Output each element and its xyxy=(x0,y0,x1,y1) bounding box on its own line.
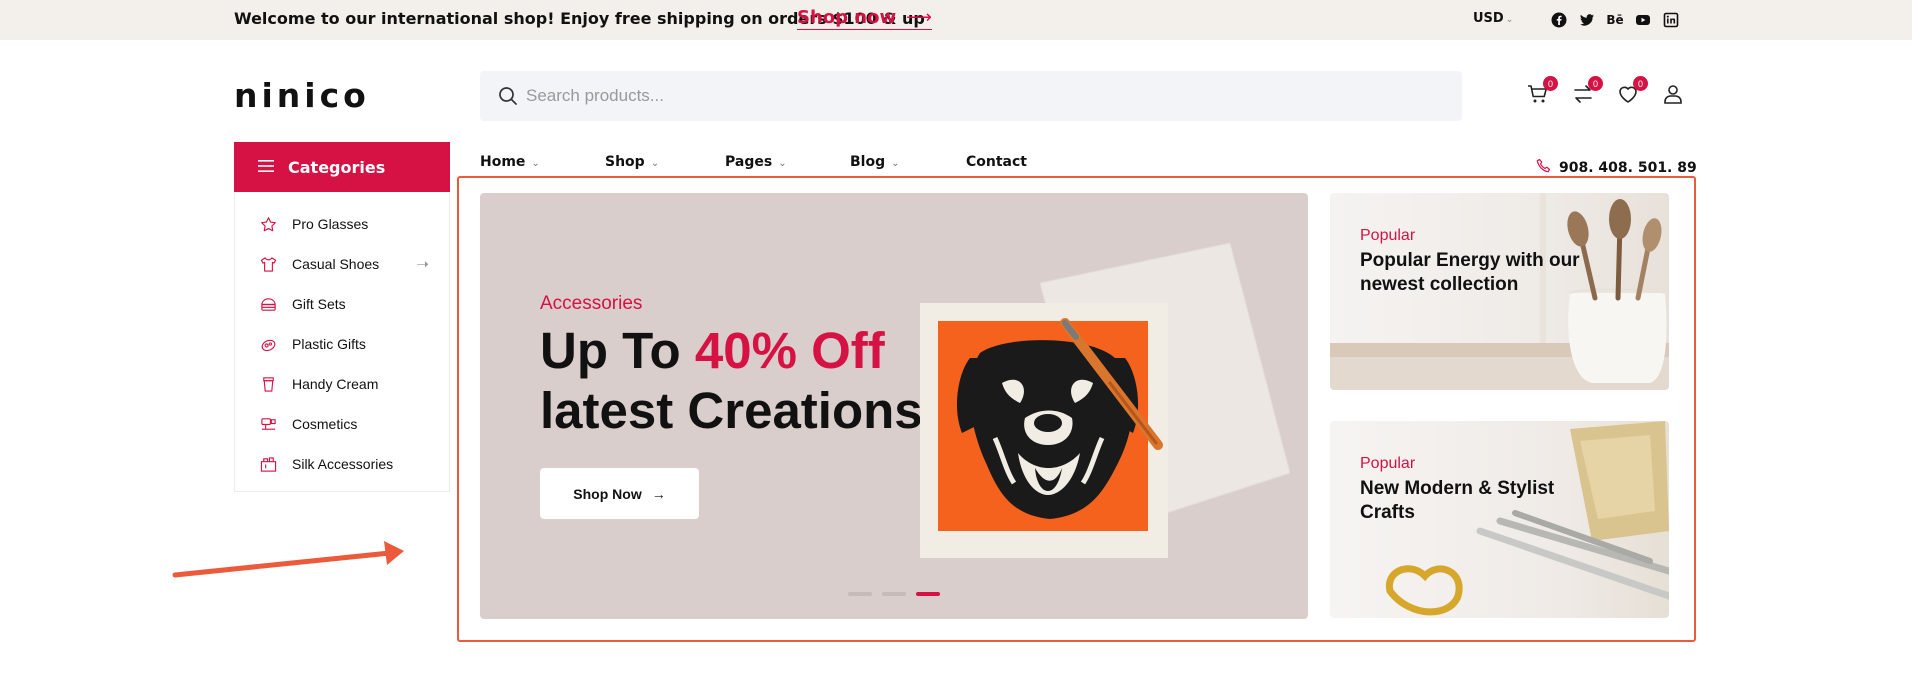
category-item-plastic-gifts[interactable]: Plastic Gifts xyxy=(235,324,449,364)
arrow-right-icon[interactable]: ➝ xyxy=(416,255,429,273)
cart-count-badge: 0 xyxy=(1543,76,1558,91)
nav-item-shop[interactable]: Shop ⌄ xyxy=(605,154,659,170)
menu-hamburger-icon xyxy=(258,158,274,177)
compare-icon[interactable]: 0 xyxy=(1571,76,1603,106)
category-label: Cosmetics xyxy=(292,416,358,432)
silk-accessories-icon xyxy=(259,455,277,473)
nav-item-contact[interactable]: Contact xyxy=(966,154,1027,170)
currency-selector[interactable]: USD ⌄ xyxy=(1473,11,1513,26)
chevron-down-icon: ⌄ xyxy=(1505,15,1514,25)
support-phone[interactable]: 908. 408. 501. 89 xyxy=(1536,158,1697,178)
category-item-silk-accessories[interactable]: Silk Accessories xyxy=(235,444,449,484)
compare-count-badge: 0 xyxy=(1588,76,1603,91)
chevron-down-icon: ⌄ xyxy=(650,158,660,169)
category-label: Handy Cream xyxy=(292,376,379,392)
search-bar xyxy=(480,71,1462,121)
currency-label: USD xyxy=(1473,11,1504,26)
category-item-gift-sets[interactable]: Gift Sets xyxy=(235,284,449,324)
soap-icon xyxy=(259,335,277,353)
wishlist-count-badge: 0 xyxy=(1633,76,1648,91)
nav-label: Blog xyxy=(850,154,886,170)
cream-jar-icon xyxy=(259,375,277,393)
social-links: Bē xyxy=(1551,12,1679,28)
gift-box-icon xyxy=(259,295,277,313)
search-input[interactable] xyxy=(526,71,1426,121)
nav-label: Contact xyxy=(966,154,1027,170)
nav-label: Home xyxy=(480,154,526,170)
category-label: Casual Shoes xyxy=(292,256,380,272)
shirt-icon xyxy=(259,255,277,273)
chevron-down-icon: ⌄ xyxy=(891,158,900,169)
youtube-icon[interactable] xyxy=(1635,12,1651,28)
shop-now-label: Shop now xyxy=(797,7,897,28)
category-item-cosmetics[interactable]: Cosmetics xyxy=(235,404,449,444)
categories-title: Categories xyxy=(288,157,386,177)
arrow-right-icon: ⟶ xyxy=(906,7,932,28)
site-logo[interactable]: ninico xyxy=(234,76,370,115)
facebook-icon[interactable] xyxy=(1551,12,1567,28)
category-label: Pro Glasses xyxy=(292,216,369,232)
cart-icon[interactable]: 0 xyxy=(1526,76,1558,106)
categories-toggle[interactable]: Categories xyxy=(234,142,450,192)
user-account-icon[interactable] xyxy=(1661,82,1685,106)
nav-label: Shop xyxy=(605,154,645,170)
nav-item-home[interactable]: Home ⌄ xyxy=(480,154,540,170)
star-icon xyxy=(259,215,277,233)
nav-item-blog[interactable]: Blog ⌄ xyxy=(850,154,900,170)
topbar-shop-now-link[interactable]: Shop now ⟶ xyxy=(797,7,932,30)
category-item-pro-glasses[interactable]: Pro Glasses xyxy=(235,204,449,244)
highlight-frame xyxy=(457,176,1696,642)
behance-icon[interactable]: Bē xyxy=(1606,12,1623,28)
wishlist-heart-icon[interactable]: 0 xyxy=(1616,76,1648,106)
phone-icon xyxy=(1536,158,1552,178)
linkedin-icon[interactable] xyxy=(1663,12,1679,28)
category-label: Gift Sets xyxy=(292,296,346,312)
header-actions: 0 0 0 xyxy=(1526,76,1685,106)
chevron-down-icon: ⌄ xyxy=(531,158,540,169)
categories-list: Pro Glasses Casual Shoes ➝ Gift Sets Pla… xyxy=(234,192,450,492)
top-announcement-bar: Welcome to our international shop! Enjoy… xyxy=(0,0,1912,40)
category-label: Silk Accessories xyxy=(292,456,394,472)
category-item-casual-shoes[interactable]: Casual Shoes ➝ xyxy=(235,244,449,284)
cosmetics-icon xyxy=(259,415,277,433)
category-item-handy-cream[interactable]: Handy Cream xyxy=(235,364,449,404)
nav-label: Pages xyxy=(725,154,773,170)
nav-item-pages[interactable]: Pages ⌄ xyxy=(725,154,787,170)
twitter-icon[interactable] xyxy=(1579,12,1595,28)
chevron-down-icon: ⌄ xyxy=(778,158,787,169)
search-icon[interactable] xyxy=(498,86,518,110)
category-label: Plastic Gifts xyxy=(292,336,366,352)
phone-number: 908. 408. 501. 89 xyxy=(1559,160,1697,176)
